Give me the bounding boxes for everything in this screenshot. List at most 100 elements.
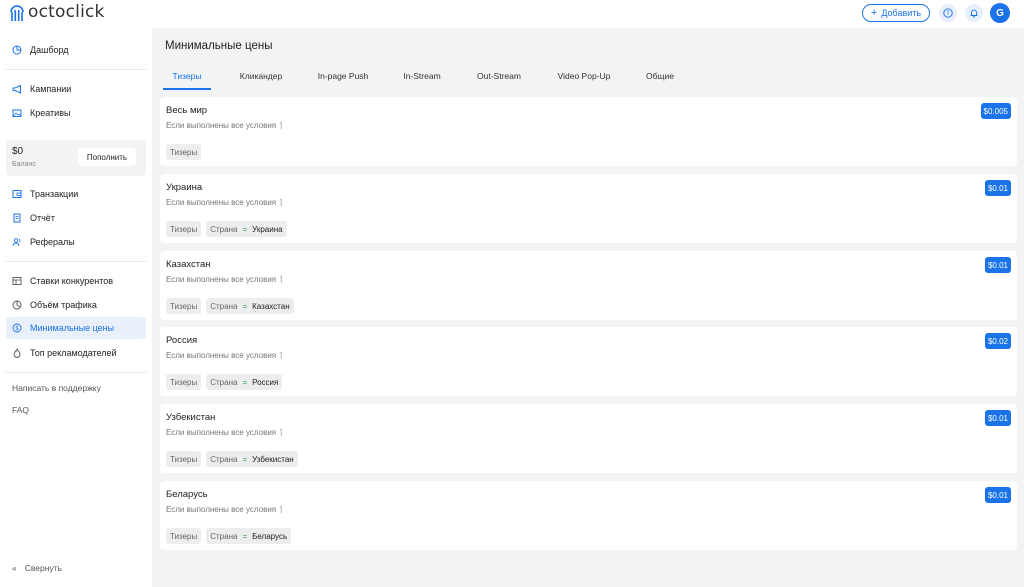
bell-icon: [970, 9, 978, 18]
chip-operator: =: [242, 531, 248, 541]
chip-label: Тизеры: [170, 531, 198, 541]
corner-arrow-icon: ⌉: [279, 275, 283, 284]
sidebar-item-creatives[interactable]: Креативы: [6, 102, 146, 124]
rule-title: Казахстан: [166, 259, 211, 270]
document-icon: [12, 213, 22, 223]
tab-in-stream[interactable]: In-Stream: [400, 68, 444, 90]
corner-arrow-icon: ⌉: [279, 505, 283, 514]
tab-out-stream[interactable]: Out-Stream: [473, 68, 525, 90]
topup-button[interactable]: Пополнить: [78, 148, 136, 166]
country-chip: Страна = Казахстан: [206, 298, 294, 314]
rule-condition-text: Если выполнены все условия: [166, 275, 277, 284]
logo[interactable]: octoclick: [8, 2, 105, 22]
chip-label: Страна: [210, 454, 238, 464]
price-rule-card[interactable]: Весь мир Если выполнены все условия ⌉ $0…: [160, 97, 1017, 166]
price-badge: $0.01: [984, 410, 1011, 426]
sidebar-item-label: Рефералы: [30, 237, 75, 247]
table-icon: [12, 276, 22, 286]
rule-chips: Тизеры Страна = Беларусь: [166, 528, 292, 544]
rule-condition-text: Если выполнены все условия: [166, 121, 277, 130]
add-button[interactable]: + Добавить: [862, 4, 930, 22]
rule-chips: Тизеры Страна = Россия: [166, 374, 283, 390]
double-chevron-left-icon: «: [12, 563, 17, 573]
balance-panel: $0 Баланс Пополнить: [6, 140, 146, 176]
sidebar-item-report[interactable]: Отчёт: [6, 207, 146, 229]
avatar[interactable]: G: [990, 3, 1010, 23]
sidebar-item-referrals[interactable]: Рефералы: [6, 231, 146, 253]
rule-chips: Тизеры: [166, 144, 202, 160]
support-link[interactable]: Написать в поддержку: [12, 383, 101, 393]
rule-title: Россия: [166, 335, 198, 346]
chip-label: Тизеры: [170, 301, 198, 311]
sidebar-item-traffic-volume[interactable]: Объём трафика: [6, 294, 146, 316]
tab-in-page-push[interactable]: In-page Push: [315, 68, 371, 90]
rule-chips: Тизеры Страна = Узбекистан: [166, 451, 298, 467]
page-title: Минимальные цены: [165, 40, 273, 52]
sidebar-item-label: Топ рекламодателей: [30, 348, 117, 358]
format-chip: Тизеры: [166, 374, 202, 390]
format-chip: Тизеры: [166, 298, 202, 314]
sidebar-item-campaigns[interactable]: Кампании: [6, 78, 146, 100]
price-rule-card[interactable]: Беларусь Если выполнены все условия ⌉ $0…: [160, 481, 1017, 550]
rule-condition: Если выполнены все условия ⌉: [166, 121, 282, 130]
divider: [6, 69, 146, 70]
chip-operator: =: [242, 301, 248, 311]
price-rule-card[interactable]: Казахстан Если выполнены все условия ⌉ $…: [160, 251, 1017, 320]
sidebar-item-transactions[interactable]: Транзакции: [6, 183, 146, 205]
sidebar-item-label: Ставки конкурентов: [30, 276, 114, 286]
rule-condition: Если выполнены все условия ⌉: [166, 505, 282, 514]
sidebar-item-competitor-bids[interactable]: Ставки конкурентов: [6, 270, 146, 292]
svg-text:$: $: [15, 325, 19, 332]
tab-video-popup[interactable]: Video Pop-Up: [553, 68, 615, 90]
country-chip: Страна = Беларусь: [206, 528, 292, 544]
country-chip: Страна = Россия: [206, 374, 283, 390]
pie-chart-icon: [12, 300, 22, 310]
rule-chips: Тизеры Страна = Казахстан: [166, 298, 294, 314]
chip-label: Страна: [210, 531, 238, 541]
divider: [6, 372, 146, 373]
tab-teasers[interactable]: Тизеры: [163, 68, 211, 90]
rule-condition: Если выполнены все условия ⌉: [166, 198, 282, 207]
rule-title: Узбекистан: [166, 412, 216, 423]
chip-label: Тизеры: [170, 454, 198, 464]
collapse-button[interactable]: « Свернуть: [12, 563, 62, 573]
tab-clickunder[interactable]: Кликандер: [235, 68, 287, 90]
format-chip: Тизеры: [166, 144, 202, 160]
sidebar-item-dashboard[interactable]: Дашборд: [6, 39, 146, 61]
rule-condition-text: Если выполнены все условия: [166, 505, 277, 514]
price-badge: $0.02: [984, 333, 1011, 349]
image-icon: [12, 108, 22, 118]
logo-text: octoclick: [28, 2, 105, 22]
add-button-label: Добавить: [881, 8, 922, 18]
chip-value: Россия: [252, 377, 279, 387]
chip-value: Украина: [252, 224, 283, 234]
chip-label: Тизеры: [170, 377, 198, 387]
price-badge: $0.01: [984, 180, 1011, 196]
price-badge: $0.005: [980, 103, 1011, 119]
help-button[interactable]: ?: [939, 4, 957, 22]
chip-value: Беларусь: [252, 531, 288, 541]
price-rule-card[interactable]: Украина Если выполнены все условия ⌉ $0.…: [160, 174, 1017, 243]
sidebar-item-top-advertisers[interactable]: Топ рекламодателей: [6, 342, 146, 364]
divider: [6, 261, 146, 262]
dollar-circle-icon: $: [12, 323, 22, 333]
sidebar-item-min-prices[interactable]: $ Минимальные цены: [6, 317, 146, 339]
sidebar-item-label: Объём трафика: [30, 300, 97, 310]
rule-title: Беларусь: [166, 489, 208, 500]
pie-chart-icon: [12, 45, 22, 55]
users-icon: [12, 237, 22, 247]
rule-title: Украина: [166, 182, 203, 193]
faq-link[interactable]: FAQ: [12, 405, 29, 415]
country-chip: Страна = Узбекистан: [206, 451, 298, 467]
notifications-button[interactable]: [965, 4, 983, 22]
rule-chips: Тизеры Страна = Украина: [166, 221, 287, 237]
chip-label: Страна: [210, 377, 238, 387]
corner-arrow-icon: ⌉: [279, 428, 283, 437]
price-rule-card[interactable]: Россия Если выполнены все условия ⌉ $0.0…: [160, 327, 1017, 396]
country-chip: Страна = Украина: [206, 221, 287, 237]
rule-title: Весь мир: [166, 105, 208, 116]
sidebar-item-label: Минимальные цены: [30, 323, 115, 333]
price-rule-card[interactable]: Узбекистан Если выполнены все условия ⌉ …: [160, 404, 1017, 473]
tab-general[interactable]: Общие: [643, 68, 677, 90]
chip-operator: =: [242, 454, 248, 464]
